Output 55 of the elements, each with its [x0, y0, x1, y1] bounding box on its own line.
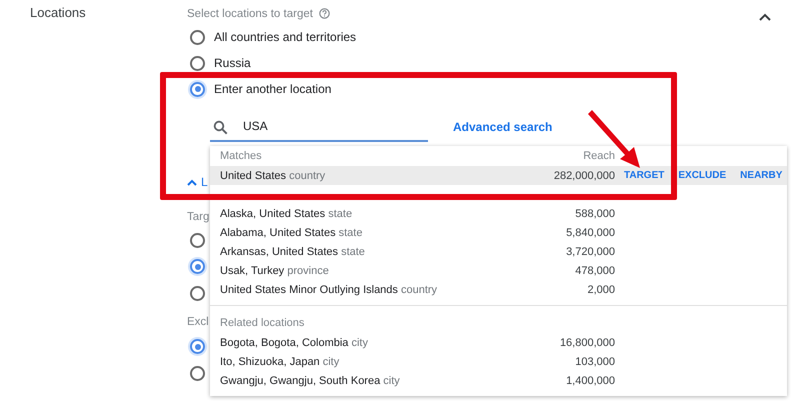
location-name: Alabama, United States state [220, 226, 364, 238]
reach-value: 16,800,000 [560, 336, 615, 348]
location-option[interactable]: United States country 282,000,000 TARGET EXCLUDE NEARBY [210, 166, 787, 185]
reach-value: 1,400,000 [566, 374, 615, 386]
reach-value: 2,000 [587, 284, 615, 296]
location-option[interactable]: Ito, Shizuoka, Japan city 103,000 [210, 352, 787, 371]
location-option[interactable]: Usak, Turkey province 478,000 [210, 261, 787, 280]
group-heading: Related locations [220, 317, 306, 329]
reach-value: 282,000,000 [554, 170, 615, 182]
location-option[interactable]: Alabama, United States state 5,840,000 [210, 223, 787, 242]
group-heading: Excl [187, 316, 209, 328]
column-heading: Reach [583, 150, 615, 162]
reach-value: 3,720,000 [566, 246, 615, 258]
location-option[interactable]: United States Minor Outlying Islands country 2,000 [210, 280, 787, 299]
reach-value: 478,000 [575, 264, 615, 276]
location-option[interactable]: Alaska, United States state 588,000 [210, 204, 787, 223]
search-icon [213, 120, 228, 135]
radio-label: Enter another location [214, 82, 332, 96]
location-name: United States Minor Outlying Islands country [220, 284, 438, 296]
reach-value: 5,840,000 [566, 226, 615, 238]
group-heading: Targ [187, 211, 210, 223]
search-field[interactable]: USA [210, 112, 428, 142]
location-action-button[interactable]: NEARBY [740, 170, 782, 181]
location-name: Gwangju, Gwangju, South Korea city [220, 374, 401, 386]
help-icon[interactable] [318, 8, 330, 19]
toggle-link[interactable]: L [201, 175, 208, 189]
location-option[interactable]: Arkansas, United States state 3,720,000 [210, 242, 787, 261]
location-name: Usak, Turkey province [220, 264, 330, 276]
advanced-search-link[interactable]: Advanced search [453, 120, 552, 134]
group-heading: Matches [220, 150, 263, 162]
location-option[interactable]: Bogota, Bogota, Colombia city 16,800,000 [210, 333, 787, 352]
reach-value: 103,000 [575, 356, 615, 368]
radio-button[interactable] [190, 259, 205, 274]
radio-button[interactable] [190, 232, 205, 248]
radio-button[interactable] [190, 30, 205, 44]
location-name: Arkansas, United States state [220, 246, 366, 258]
location-name: United States country [220, 170, 326, 182]
radio-button[interactable] [190, 366, 205, 381]
location-action-button[interactable]: TARGET [624, 170, 664, 181]
radio-button[interactable] [190, 82, 205, 96]
location-name: Ito, Shizuoka, Japan city [220, 356, 340, 368]
location-action-button[interactable]: EXCLUDE [678, 170, 726, 181]
radio-button[interactable] [190, 339, 205, 354]
reach-value: 588,000 [575, 208, 615, 220]
collapse-icon[interactable] [759, 13, 771, 21]
radio-label: All countries and territories [214, 30, 356, 44]
location-name: Alaska, United States state [220, 208, 354, 220]
section-hint: Select locations to target [187, 8, 313, 20]
radio-label: Russia [214, 56, 251, 70]
location-option[interactable]: Gwangju, Gwangju, South Korea city 1,400,000 [210, 371, 787, 390]
radio-button[interactable] [190, 56, 205, 70]
location-name: Bogota, Bogota, Colombia city [220, 336, 369, 348]
radio-button[interactable] [190, 286, 205, 301]
chevron-up-icon[interactable] [187, 178, 197, 186]
section-label: Locations [30, 5, 86, 20]
